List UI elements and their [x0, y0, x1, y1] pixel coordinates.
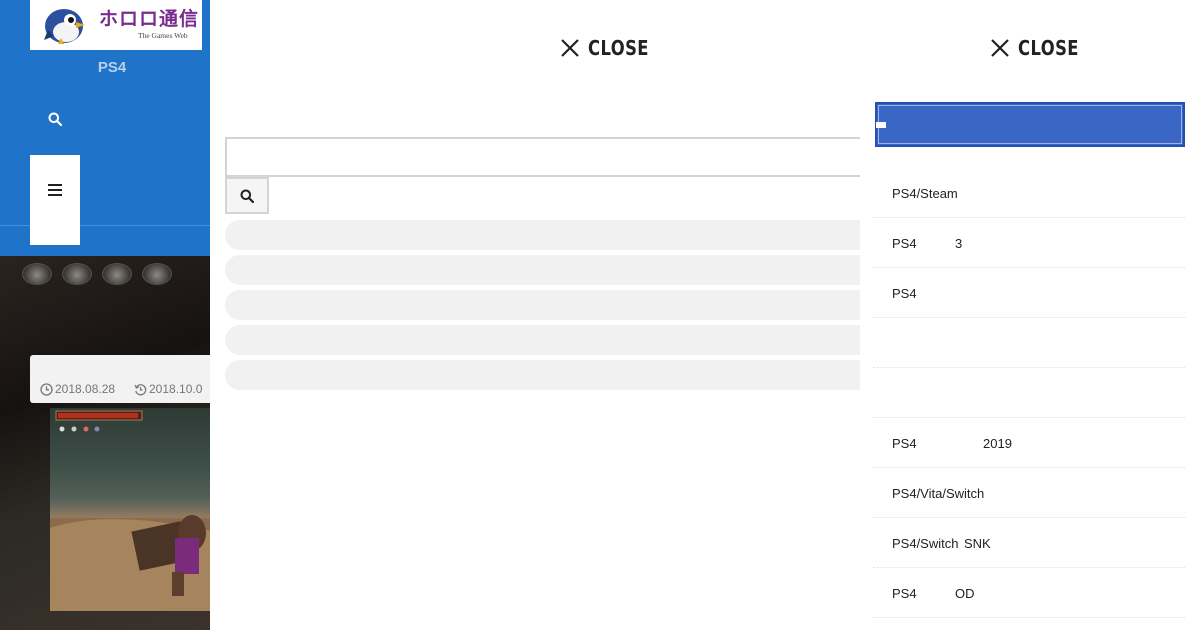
close-label: CLOSE [588, 36, 649, 60]
site-header-column: ホロロ通信 The Games Web PS4 2018.08.28 2018.… [0, 0, 210, 630]
menu-search-field[interactable] [875, 102, 1185, 147]
logo-title: ホロロ通信 [99, 8, 200, 30]
post-meta-card: 2018.08.28 2018.10.0 [30, 355, 210, 403]
published-date: 2018.08.28 [40, 382, 115, 396]
logo-subtitle: The Games Web [138, 31, 188, 40]
menu-item[interactable]: PS4 OD [873, 568, 1185, 618]
menu-item[interactable]: PS4 3 [873, 218, 1185, 268]
bird-mascot-icon [44, 9, 85, 44]
menu-item[interactable] [873, 368, 1185, 418]
platform-label: PS4 [97, 59, 127, 76]
menu-item-detail: SNK [964, 536, 991, 551]
menu-item-detail: OD [955, 586, 975, 601]
search-input[interactable] [225, 137, 865, 177]
loading-placeholder [225, 220, 865, 250]
menu-item-label: PS4 [892, 436, 917, 451]
menu-item-label: PS4/Switch [892, 536, 959, 551]
updated-date-text: 2018.10.0 [149, 382, 203, 396]
menu-item[interactable]: PS4/Vita/Switch [873, 468, 1185, 518]
menu-item-label: PS4/Steam [892, 186, 958, 201]
menu-item[interactable]: PS4/Switch SNK [873, 518, 1185, 568]
input-caret [876, 122, 886, 128]
menu-item[interactable]: PS4 2019 [873, 418, 1185, 468]
thumbnail-scene [50, 410, 210, 611]
close-icon [991, 39, 1009, 57]
search-submit-button[interactable] [225, 177, 269, 214]
search-icon [240, 189, 254, 203]
menu-close-button[interactable]: CLOSE [990, 36, 1092, 60]
menu-item[interactable]: PS4/Steam [873, 168, 1185, 218]
menu-item-label: PS4 [892, 286, 917, 301]
menu-item-label: PS4 [892, 586, 917, 601]
loading-placeholder [225, 255, 865, 285]
menu-button-shadow [30, 225, 80, 245]
menu-toggle-button[interactable] [30, 155, 80, 225]
hud-orb-icon [142, 263, 172, 285]
search-close-button[interactable]: CLOSE [560, 36, 662, 60]
close-label: CLOSE [1018, 36, 1079, 60]
menu-item[interactable]: PS4 [873, 268, 1185, 318]
menu-item-label: PS4 [892, 236, 917, 251]
menu-item[interactable] [873, 318, 1185, 368]
loading-placeholder [225, 290, 865, 320]
close-icon [561, 39, 579, 57]
menu-item-label: PS4/Vita/Switch [892, 486, 985, 501]
hamburger-menu-icon [48, 184, 62, 196]
clock-icon [40, 382, 53, 396]
header-search-button[interactable] [40, 104, 70, 134]
hud-orb-icon [62, 263, 92, 285]
site-header: ホロロ通信 The Games Web PS4 [0, 0, 210, 256]
loading-placeholder [225, 360, 865, 390]
published-date-text: 2018.08.28 [55, 382, 116, 396]
updated-date: 2018.10.0 [134, 382, 202, 396]
menu-item-detail: 2019 [983, 436, 1012, 451]
hud-orb-icon [22, 263, 52, 285]
search-icon [48, 112, 62, 126]
menu-item-detail: 3 [955, 236, 963, 251]
post-thumbnail[interactable] [50, 408, 210, 611]
loading-placeholder [225, 325, 865, 355]
update-icon [134, 383, 147, 395]
hud-orb-icon [102, 263, 132, 285]
site-logo[interactable]: ホロロ通信 The Games Web [30, 0, 202, 50]
